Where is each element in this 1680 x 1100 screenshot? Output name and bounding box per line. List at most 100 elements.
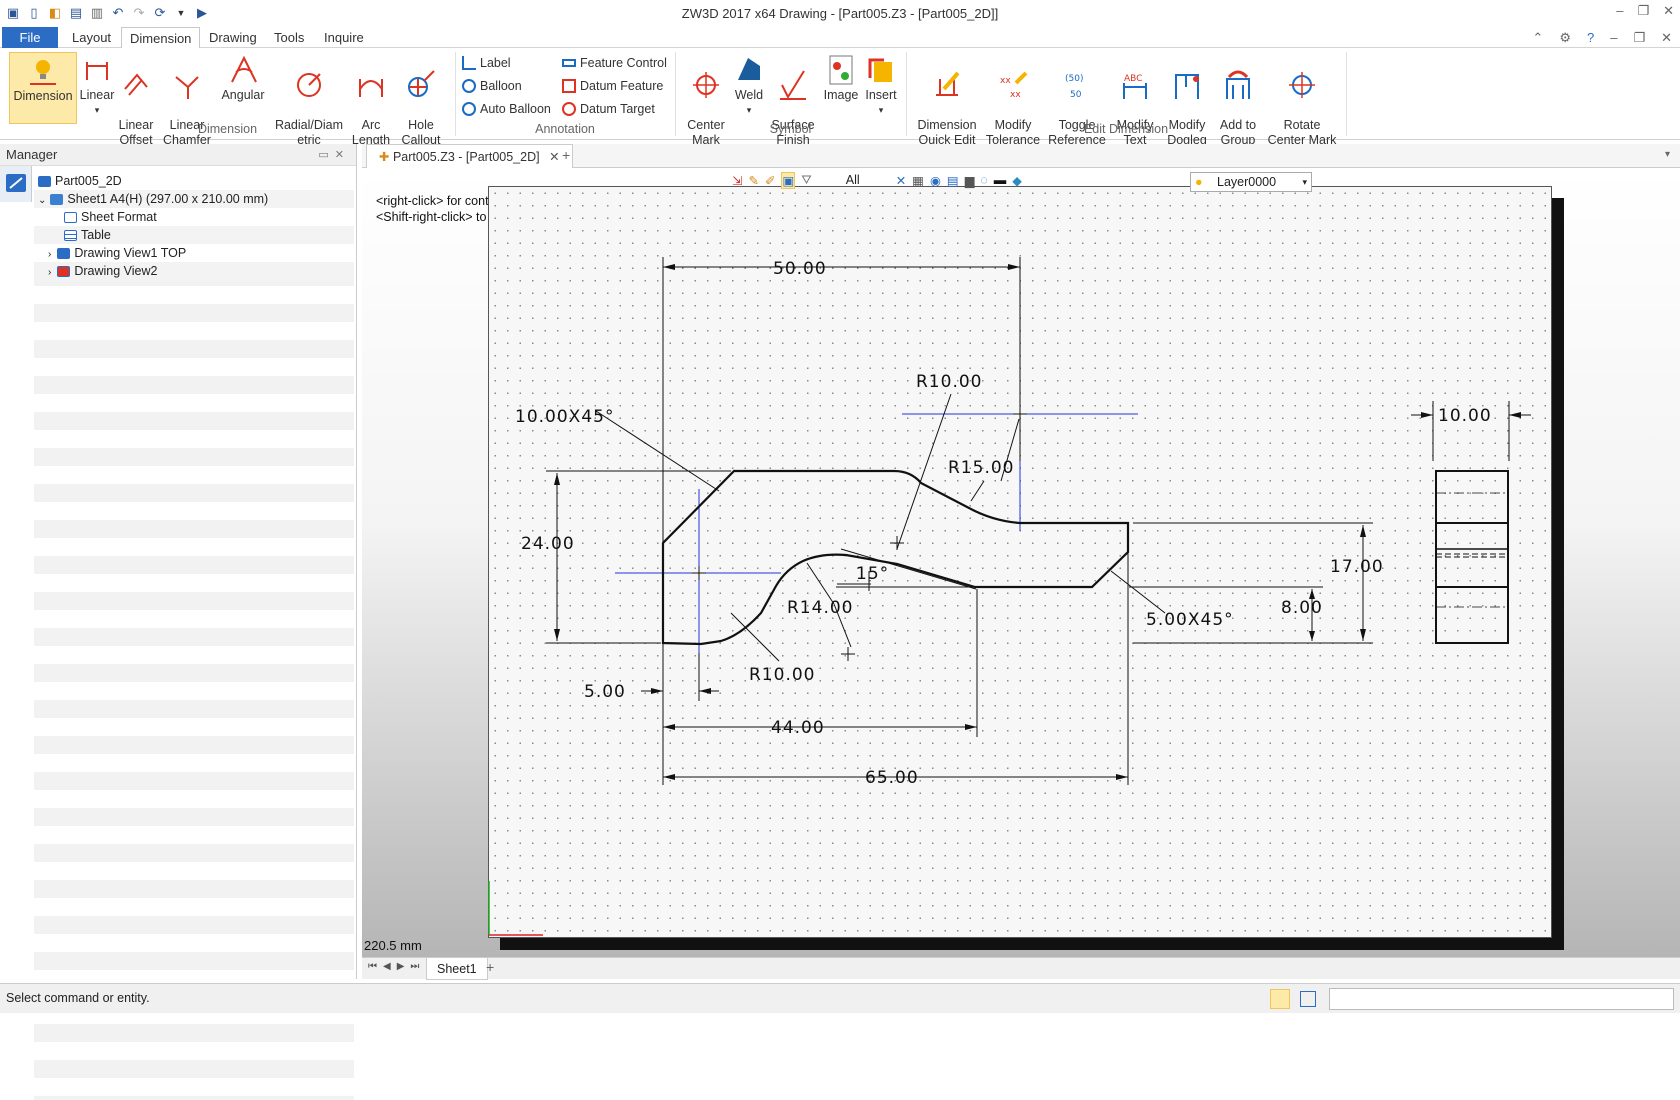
dim-r10-bottom[interactable]: R10.00 bbox=[749, 665, 815, 685]
chevron-right-icon[interactable]: › bbox=[48, 267, 51, 278]
tabs-dropdown-icon[interactable]: ▾ bbox=[1665, 149, 1670, 160]
tab-tools[interactable]: Tools bbox=[266, 27, 312, 48]
modify-tolerance-button[interactable]: xx xx Modify Tolerance bbox=[984, 52, 1042, 147]
weld-button[interactable]: Weld ▾ bbox=[732, 52, 766, 124]
tab-dimension[interactable]: Dimension bbox=[121, 27, 201, 49]
dim-r14[interactable]: R14.00 bbox=[787, 598, 853, 618]
close-icon[interactable]: ✕ bbox=[549, 150, 559, 164]
file-menu[interactable]: File bbox=[2, 27, 58, 48]
tree-item-drawing-view2[interactable]: › Drawing View2 bbox=[34, 262, 354, 280]
layer-icon[interactable]: ◆ bbox=[1012, 173, 1022, 188]
surface-finish-button[interactable]: Surface Finish bbox=[771, 52, 815, 147]
exit-icon[interactable]: ⇲ bbox=[732, 173, 742, 188]
dim-r10-top[interactable]: R10.00 bbox=[916, 372, 982, 392]
image-label: Image bbox=[823, 88, 859, 102]
manager-tab[interactable] bbox=[0, 166, 32, 202]
modify-dogleg-button[interactable]: Modify Dogleg bbox=[1164, 52, 1210, 147]
image-button[interactable]: Image bbox=[822, 52, 860, 124]
layer-select[interactable]: ● Layer0000 ▾ bbox=[1190, 172, 1312, 192]
sheet-nav-icons[interactable]: ⏮◀▶⏭ bbox=[368, 961, 425, 972]
tree-item-part[interactable]: Part005_2D bbox=[34, 172, 354, 190]
gear-icon[interactable]: ⚙ bbox=[1559, 30, 1571, 46]
tree-item-drawing-view1[interactable]: › Drawing View1 TOP bbox=[34, 244, 354, 262]
feature-control-button[interactable]: Feature Control bbox=[562, 53, 667, 73]
hole-callout-button[interactable]: Hole Callout bbox=[397, 52, 445, 147]
restore-icon[interactable]: ❐ bbox=[1637, 3, 1649, 19]
linear-button[interactable]: Linear ▾ bbox=[78, 52, 116, 124]
modify-text-button[interactable]: ABC Modify Text bbox=[1114, 52, 1156, 147]
pencil-icon[interactable]: ✎ bbox=[748, 173, 758, 188]
dim-17[interactable]: 17.00 bbox=[1330, 557, 1384, 577]
pick-icon[interactable]: ▣ bbox=[781, 171, 796, 189]
angular-button[interactable]: Angular bbox=[219, 52, 267, 124]
drawing-canvas[interactable]: <right-click> for context-sensitive opti… bbox=[362, 168, 1680, 957]
chevron-down-icon[interactable]: ▾ bbox=[1302, 173, 1307, 191]
annotation-group-name: Annotation bbox=[535, 122, 595, 136]
dim-r15[interactable]: R15.00 bbox=[948, 458, 1014, 478]
document-tabs: ✚ Part005.Z3 - [Part005_2D] ✕ + ▾ bbox=[362, 144, 1680, 168]
tab-drawing[interactable]: Drawing bbox=[201, 27, 265, 48]
drawing-sheet[interactable]: 50.00 R10.00 10.00X45° R15.00 24.00 15° … bbox=[488, 186, 1552, 938]
minimize-doc-icon[interactable]: – bbox=[1610, 30, 1617, 46]
dimension-button[interactable]: Dimension bbox=[9, 52, 77, 124]
add-tab-icon[interactable]: + bbox=[562, 147, 570, 163]
add-sheet-icon[interactable]: + bbox=[486, 959, 494, 975]
dim-24[interactable]: 24.00 bbox=[521, 534, 575, 554]
center-mark-button[interactable]: Center Mark bbox=[684, 52, 728, 147]
close-icon[interactable]: ✕ bbox=[1663, 3, 1674, 19]
datum-feature-button[interactable]: Datum Feature bbox=[562, 76, 663, 96]
layout-icon[interactable] bbox=[1270, 989, 1290, 1009]
display-icon[interactable]: ▆ bbox=[965, 173, 975, 188]
rotate-center-mark-button[interactable]: Rotate Center Mark bbox=[1266, 52, 1338, 147]
tree-item-sheet1[interactable]: ⌄ Sheet1 A4(H) (297.00 x 210.00 mm) bbox=[34, 190, 354, 208]
add-to-group-button[interactable]: Add to Group bbox=[1216, 52, 1260, 147]
collapse-ribbon-icon[interactable]: ⌃ bbox=[1532, 30, 1543, 46]
dimension-quick-edit-button[interactable]: Dimension Quick Edit bbox=[914, 52, 980, 147]
label-icon bbox=[462, 56, 476, 70]
hidden-icon[interactable]: ◌ bbox=[980, 173, 987, 187]
linear-chamfer-button[interactable]: Linear Chamfer bbox=[161, 52, 213, 147]
doc-tab-part005[interactable]: ✚ Part005.Z3 - [Part005_2D] ✕ bbox=[366, 144, 573, 168]
datum-target-button[interactable]: Datum Target bbox=[562, 99, 655, 119]
tree-item-table[interactable]: Table bbox=[34, 226, 354, 244]
filter-icon[interactable]: ⛛ bbox=[801, 173, 812, 188]
dim-50[interactable]: 50.00 bbox=[773, 259, 827, 279]
color-icon[interactable]: ▬ bbox=[994, 173, 1007, 187]
dim-8[interactable]: 8.00 bbox=[1281, 598, 1323, 618]
sheet-tab-sheet1[interactable]: Sheet1 bbox=[426, 958, 488, 980]
close-doc-icon[interactable]: ✕ bbox=[1661, 30, 1672, 46]
minimize-icon[interactable]: – bbox=[1616, 3, 1623, 19]
brush-icon[interactable]: ✐ bbox=[765, 173, 775, 188]
dim-10-side[interactable]: 10.00 bbox=[1438, 406, 1492, 426]
pick-filter-select[interactable]: All bbox=[846, 173, 860, 187]
save-view-icon[interactable]: ▤ bbox=[947, 173, 959, 188]
chevron-down-icon[interactable]: ⌄ bbox=[38, 195, 46, 206]
help-icon[interactable]: ? bbox=[1587, 30, 1594, 46]
restore-doc-icon[interactable]: ❐ bbox=[1633, 30, 1645, 46]
balloon-button[interactable]: Balloon bbox=[462, 76, 522, 96]
title-bar: ▣ ▯ ◧ ▤ ▥ ↶ ↷ ⟳ ▼ ▶ ZW3D 2017 x64 Drawin… bbox=[0, 0, 1680, 27]
dim-44[interactable]: 44.00 bbox=[771, 718, 825, 738]
tab-layout[interactable]: Layout bbox=[64, 27, 119, 48]
dim-5[interactable]: 5.00 bbox=[584, 682, 626, 702]
linear-offset-button[interactable]: Linear Offset bbox=[117, 52, 155, 147]
arc-length-button[interactable]: Arc Length bbox=[351, 52, 391, 147]
tree-item-sheet-format[interactable]: Sheet Format bbox=[34, 208, 354, 226]
snap-icon[interactable]: ✕ bbox=[896, 173, 906, 188]
dim-15-deg[interactable]: 15° bbox=[856, 564, 889, 584]
list-icon[interactable] bbox=[1300, 991, 1316, 1007]
dim-chamfer-10[interactable]: 10.00X45° bbox=[515, 407, 614, 427]
insert-button[interactable]: Insert ▾ bbox=[862, 52, 900, 124]
dim-65[interactable]: 65.00 bbox=[865, 768, 919, 788]
label-button[interactable]: Label bbox=[462, 53, 511, 73]
tab-inquire[interactable]: Inquire bbox=[316, 27, 372, 48]
command-input[interactable] bbox=[1329, 988, 1674, 1010]
toggle-reference-button[interactable]: (50) 50 Toggle Reference bbox=[1048, 52, 1106, 147]
dim-chamfer-5[interactable]: 5.00X45° bbox=[1146, 610, 1234, 630]
radial-diametric-button[interactable]: Radial/Diam etric bbox=[274, 52, 344, 147]
chevron-right-icon[interactable]: › bbox=[48, 249, 51, 260]
manager-header-buttons[interactable]: ▭✕ bbox=[318, 144, 350, 166]
auto-balloon-button[interactable]: Auto Balloon bbox=[462, 99, 551, 119]
grid-icon[interactable]: ▦ bbox=[912, 173, 924, 188]
view-icon[interactable]: ◉ bbox=[930, 173, 941, 188]
